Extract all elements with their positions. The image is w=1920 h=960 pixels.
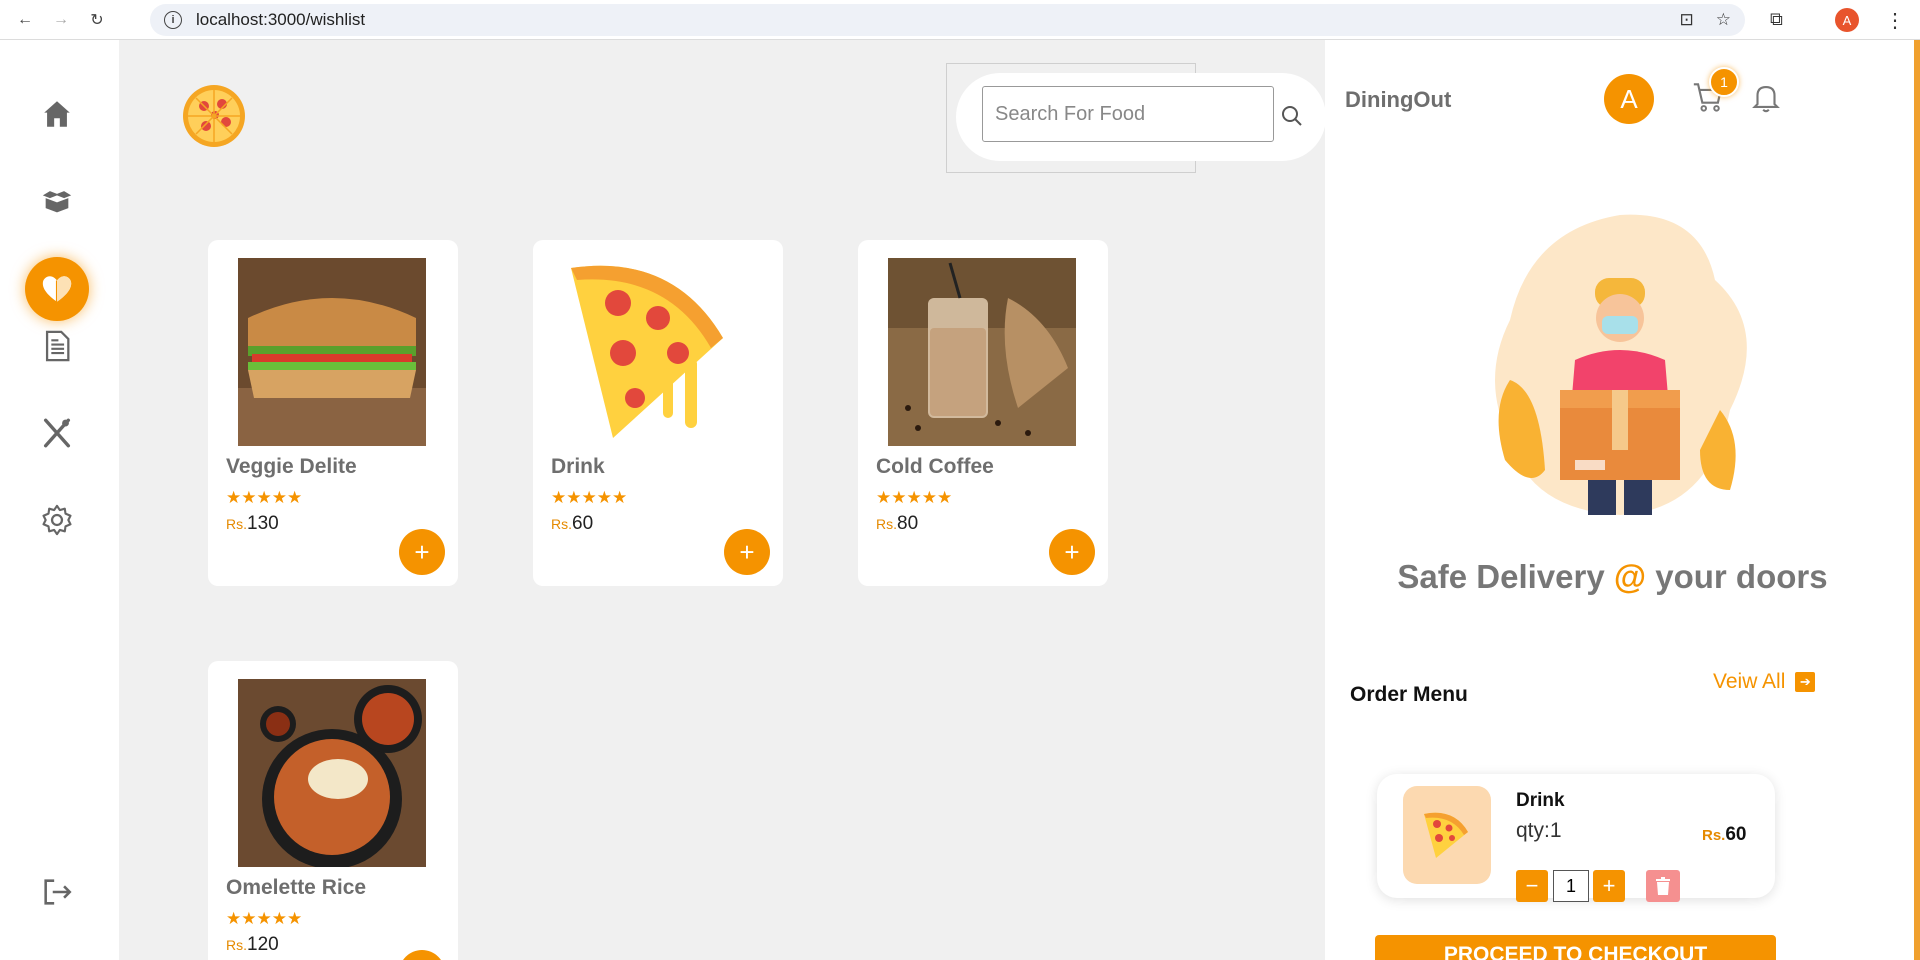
site-info-icon[interactable]: i xyxy=(164,11,182,29)
tagline: Safe Delivery @ your doors xyxy=(1325,558,1900,596)
price-value: 120 xyxy=(247,934,279,955)
product-image xyxy=(238,679,426,867)
box-icon xyxy=(42,191,72,213)
currency-label: Rs. xyxy=(551,516,572,532)
search-icon[interactable] xyxy=(1280,104,1304,128)
product-card[interactable]: Drink ★★★★★ Rs.60 + xyxy=(533,240,783,586)
product-price: Rs.120 xyxy=(226,934,279,956)
product-card[interactable]: Cold Coffee ★★★★★ Rs.80 + xyxy=(858,240,1108,586)
sidebar-item-bills[interactable] xyxy=(34,323,80,369)
order-item-price: Rs.60 xyxy=(1702,824,1746,846)
document-icon xyxy=(45,330,70,362)
heart-icon xyxy=(42,276,72,302)
product-name: Omelette Rice xyxy=(226,876,367,899)
browser-menu-icon[interactable]: ⋮ xyxy=(1885,8,1905,33)
view-all-label[interactable]: Veiw All xyxy=(1713,670,1785,694)
order-menu-title: Order Menu xyxy=(1350,683,1468,706)
url-text[interactable]: localhost:3000/wishlist xyxy=(196,10,365,30)
price-value: 60 xyxy=(572,513,594,534)
tagline-at: @ xyxy=(1613,558,1647,595)
order-item-thumbnail xyxy=(1403,786,1491,884)
product-name: Cold Coffee xyxy=(876,455,994,478)
product-name: Drink xyxy=(551,455,605,478)
sidebar xyxy=(0,40,119,960)
product-image xyxy=(563,258,751,446)
arrow-right-icon[interactable]: ➔ xyxy=(1795,672,1816,692)
add-to-cart-button[interactable]: + xyxy=(1049,529,1095,575)
delete-item-button[interactable] xyxy=(1646,870,1680,902)
address-bar[interactable]: i localhost:3000/wishlist ⊡ ☆ xyxy=(150,4,1745,36)
checkout-button[interactable]: PROCEED TO CHECKOUT xyxy=(1375,935,1776,960)
order-item-name: Drink xyxy=(1516,790,1565,811)
price-value: 80 xyxy=(897,513,919,534)
search-input[interactable] xyxy=(982,86,1274,142)
rating-stars: ★★★★★ xyxy=(226,909,303,928)
product-price: Rs.60 xyxy=(551,513,593,535)
sidebar-item-home[interactable] xyxy=(34,91,80,137)
main-content: Veggie Delite ★★★★★ Rs.130 + Drink ★★★★★… xyxy=(119,40,1326,960)
tagline-part: Safe Delivery xyxy=(1397,558,1614,595)
rating-stars: ★★★★★ xyxy=(876,488,953,507)
tagline-part: your doors xyxy=(1646,558,1828,595)
currency-label: Rs. xyxy=(876,516,897,532)
cart-count-badge: 1 xyxy=(1709,67,1739,97)
add-to-cart-button[interactable]: + xyxy=(724,529,770,575)
increase-qty-button[interactable]: + xyxy=(1593,870,1625,902)
pizza-logo[interactable] xyxy=(182,84,246,148)
currency-label: Rs. xyxy=(1702,827,1726,844)
qty-input[interactable] xyxy=(1553,870,1589,902)
reload-icon[interactable]: ↻ xyxy=(86,9,108,31)
logout-button[interactable] xyxy=(34,869,80,915)
price-value: 130 xyxy=(247,513,279,534)
sidebar-item-orders[interactable] xyxy=(34,178,80,224)
rating-stars: ★★★★★ xyxy=(226,488,303,507)
bell-icon[interactable] xyxy=(1749,80,1783,114)
brand-name: DiningOut xyxy=(1345,87,1452,112)
product-image xyxy=(888,258,1076,446)
right-panel: DiningOut A 1 Safe Delivery @ your doors… xyxy=(1325,40,1914,960)
product-card[interactable]: Omelette Rice ★★★★★ Rs.120 + xyxy=(208,661,458,960)
forward-icon[interactable]: → xyxy=(50,9,72,31)
order-item-qty: qty:1 xyxy=(1516,819,1562,842)
gear-icon xyxy=(42,504,72,536)
view-all-link[interactable]: Veiw All ➔ xyxy=(1713,670,1816,694)
user-avatar[interactable]: A xyxy=(1604,74,1654,124)
back-icon[interactable]: ← xyxy=(14,9,36,31)
fork-knife-icon xyxy=(43,418,71,448)
browser-toolbar: ← → ↻ i localhost:3000/wishlist ⊡ ☆ ⧉ A … xyxy=(0,0,1920,40)
home-icon xyxy=(44,101,70,127)
product-card[interactable]: Veggie Delite ★★★★★ Rs.130 + xyxy=(208,240,458,586)
delivery-illustration xyxy=(1495,214,1747,515)
sidebar-item-settings[interactable] xyxy=(34,497,80,543)
product-image xyxy=(238,258,426,446)
logout-icon xyxy=(44,879,72,905)
product-name: Veggie Delite xyxy=(226,455,357,478)
scrollbar-accent xyxy=(1914,40,1920,960)
rating-stars: ★★★★★ xyxy=(551,488,628,507)
product-price: Rs.80 xyxy=(876,513,918,535)
trash-icon xyxy=(1656,877,1670,895)
currency-label: Rs. xyxy=(226,937,247,953)
price-value: 60 xyxy=(1725,824,1747,845)
add-to-cart-button[interactable]: + xyxy=(399,529,445,575)
browser-profile-avatar[interactable]: A xyxy=(1835,8,1859,32)
product-price: Rs.130 xyxy=(226,513,279,535)
bookmark-star-icon[interactable]: ☆ xyxy=(1716,10,1731,30)
extensions-icon[interactable]: ⧉ xyxy=(1770,9,1783,30)
add-to-cart-button[interactable]: + xyxy=(399,950,445,960)
install-icon[interactable]: ⊡ xyxy=(1680,10,1694,30)
currency-label: Rs. xyxy=(226,516,247,532)
decrease-qty-button[interactable]: − xyxy=(1516,870,1548,902)
sidebar-item-wishlist[interactable] xyxy=(25,257,89,321)
order-item-card: Drink qty:1 Rs.60 − + xyxy=(1377,774,1775,902)
sidebar-item-menu[interactable] xyxy=(34,410,80,456)
